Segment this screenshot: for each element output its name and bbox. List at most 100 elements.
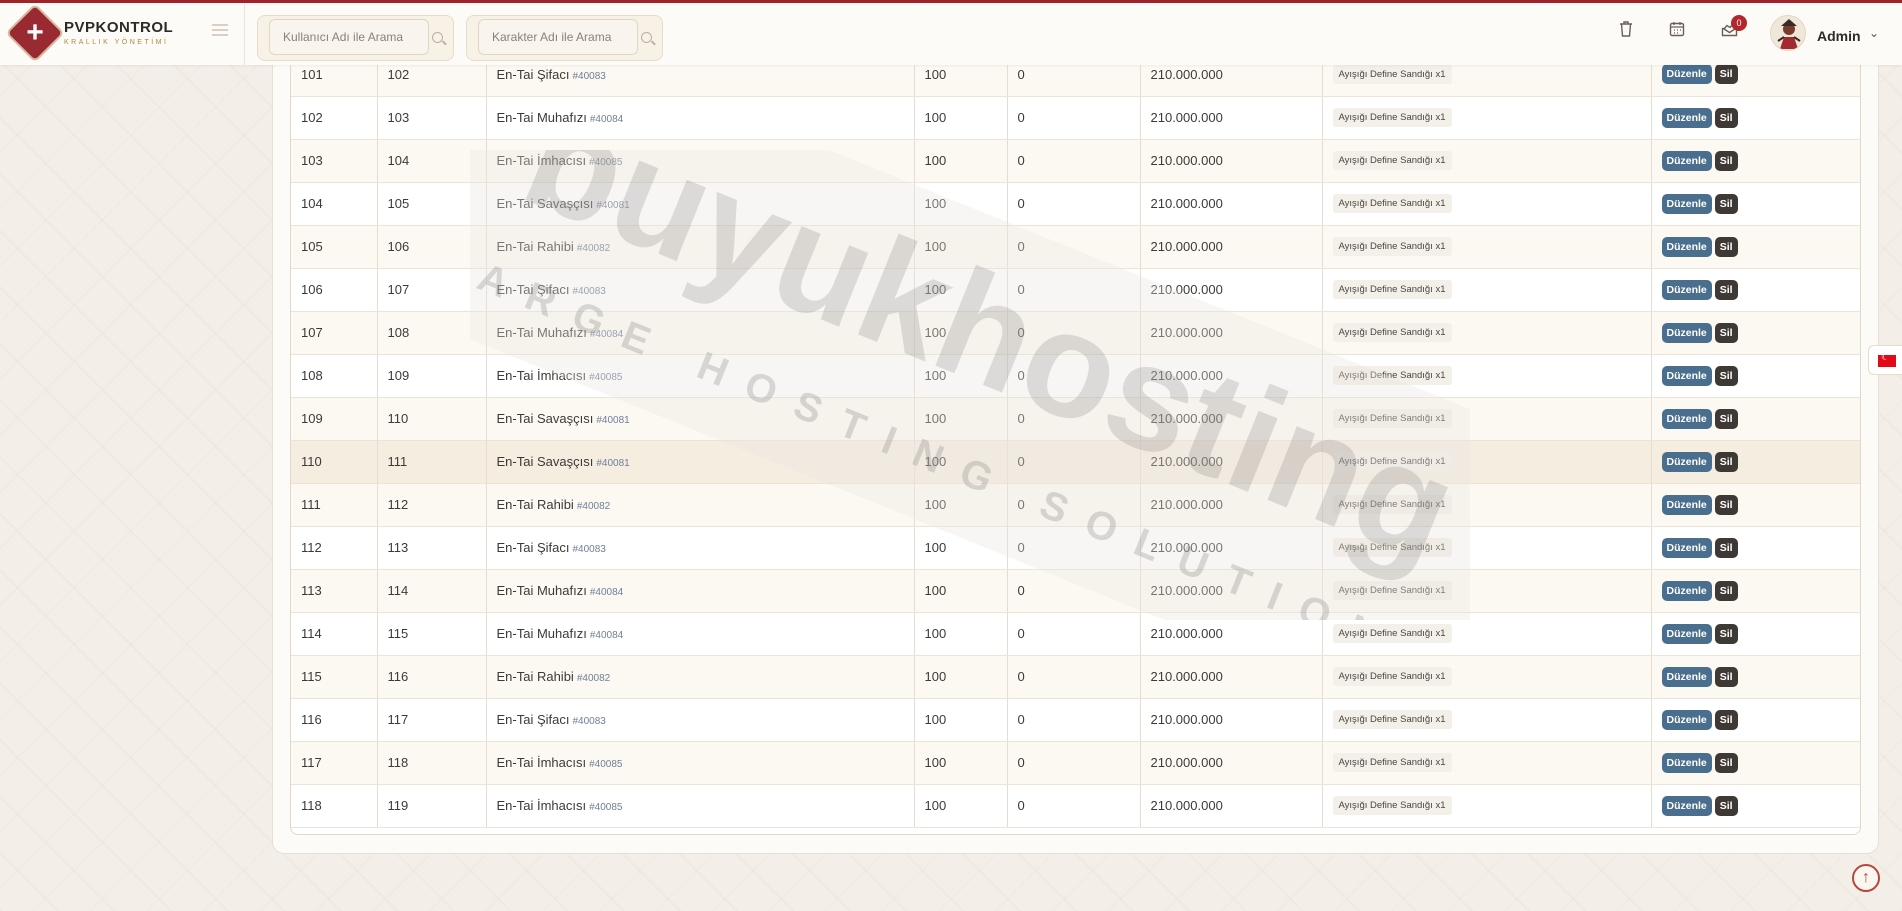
delete-button[interactable]: Sil [1714, 752, 1738, 773]
row-actions: Düzenle Sil [1651, 96, 1860, 140]
table-body: 101 102 En-Tai Şifacı #40083 100 0 210.000.000… [291, 53, 1860, 828]
row-reward-cell: Ayışığı Define Sandığı x1 [1322, 397, 1652, 441]
row-level: 100 [914, 311, 1008, 355]
language-switcher[interactable] [1868, 345, 1902, 375]
delete-button[interactable]: Sil [1714, 494, 1738, 515]
user-search-input[interactable] [269, 19, 429, 55]
delete-button[interactable]: Sil [1714, 64, 1738, 85]
row-id: 104 [377, 139, 487, 183]
menu-toggle-icon[interactable] [212, 24, 228, 36]
search-icon[interactable] [432, 32, 443, 43]
calendar-icon[interactable] [1664, 18, 1690, 44]
edit-button[interactable]: Düzenle [1661, 279, 1712, 300]
row-id: 118 [377, 741, 487, 785]
scroll-top-button[interactable]: ↑ [1852, 864, 1880, 892]
table-row: 116 117 En-Tai Şifacı #40083 100 0 210.000.000… [291, 698, 1860, 742]
edit-button[interactable]: Düzenle [1661, 322, 1712, 343]
top-accent-line [0, 0, 1902, 3]
table-row: 112 113 En-Tai Şifacı #40083 100 0 210.000.000… [291, 526, 1860, 570]
trash-icon[interactable] [1613, 18, 1639, 44]
delete-button[interactable]: Sil [1714, 365, 1738, 386]
table-row: 117 118 En-Tai İmhacısı #40085 100 0 210.000.0… [291, 741, 1860, 785]
row-id: 105 [377, 182, 487, 226]
delete-button[interactable]: Sil [1714, 580, 1738, 601]
edit-button[interactable]: Düzenle [1661, 64, 1712, 85]
reward-chip: Ayışığı Define Sandığı x1 [1332, 280, 1452, 299]
search-icon[interactable] [641, 32, 652, 43]
row-reward-cell: Ayışığı Define Sandığı x1 [1322, 741, 1652, 785]
delete-button[interactable]: Sil [1714, 193, 1738, 214]
row-name: En-Tai İmhacısı [496, 153, 587, 168]
row-index: 114 [291, 612, 378, 656]
data-table: 101 102 En-Tai Şifacı #40083 100 0 210.000.000… [291, 53, 1860, 828]
edit-button[interactable]: Düzenle [1661, 623, 1712, 644]
brand[interactable]: + PVPKONTROL KRALLIK YÖNETİMİ [0, 2, 245, 65]
row-reward-cell: Ayışığı Define Sandığı x1 [1322, 483, 1652, 527]
row-id: 108 [377, 311, 487, 355]
edit-button[interactable]: Düzenle [1661, 150, 1712, 171]
table-row: 107 108 En-Tai Muhafızı #40084 100 0 210.000.0… [291, 311, 1860, 355]
logo-plus-icon: + [26, 16, 44, 49]
delete-button[interactable]: Sil [1714, 150, 1738, 171]
delete-button[interactable]: Sil [1714, 107, 1738, 128]
row-actions: Düzenle Sil [1651, 182, 1860, 226]
chevron-down-icon[interactable]: ⌄ [1869, 26, 1879, 40]
edit-button[interactable]: Düzenle [1661, 236, 1712, 257]
delete-button[interactable]: Sil [1714, 451, 1738, 472]
table-row: 110 111 En-Tai Savaşçısı #40081 100 0 210.000.… [291, 440, 1860, 484]
edit-button[interactable]: Düzenle [1661, 494, 1712, 515]
row-reward-cell: Ayışığı Define Sandığı x1 [1322, 698, 1652, 742]
row-level: 100 [914, 268, 1008, 312]
row-name: En-Tai Şifacı [496, 712, 570, 727]
edit-button[interactable]: Düzenle [1661, 580, 1712, 601]
row-vnum: #40083 [572, 70, 606, 82]
edit-button[interactable]: Düzenle [1661, 365, 1712, 386]
delete-button[interactable]: Sil [1714, 666, 1738, 687]
row-count: 0 [1007, 96, 1141, 140]
avatar[interactable] [1770, 15, 1806, 51]
row-count: 0 [1007, 483, 1141, 527]
row-price: 210.000.000 [1140, 655, 1323, 699]
row-index: 109 [291, 397, 378, 441]
delete-button[interactable]: Sil [1714, 709, 1738, 730]
row-actions: Düzenle Sil [1651, 354, 1860, 398]
edit-button[interactable]: Düzenle [1661, 451, 1712, 472]
reward-chip: Ayışığı Define Sandığı x1 [1332, 667, 1452, 686]
edit-button[interactable]: Düzenle [1661, 107, 1712, 128]
row-id: 103 [377, 96, 487, 140]
delete-button[interactable]: Sil [1714, 537, 1738, 558]
edit-button[interactable]: Düzenle [1661, 709, 1712, 730]
row-name: En-Tai Rahibi [496, 669, 574, 684]
edit-button[interactable]: Düzenle [1661, 537, 1712, 558]
row-level: 100 [914, 526, 1008, 570]
delete-button[interactable]: Sil [1714, 623, 1738, 644]
delete-button[interactable]: Sil [1714, 795, 1738, 816]
table-row: 111 112 En-Tai Rahibi #40082 100 0 210.000.000… [291, 483, 1860, 527]
row-name: En-Tai Muhafızı [496, 583, 587, 598]
edit-button[interactable]: Düzenle [1661, 666, 1712, 687]
row-vnum: #40083 [572, 544, 606, 555]
row-price: 210.000.000 [1140, 397, 1323, 441]
row-count: 0 [1007, 311, 1141, 355]
row-reward-cell: Ayışığı Define Sandığı x1 [1322, 784, 1652, 828]
row-actions: Düzenle Sil [1651, 225, 1860, 269]
table-row: 114 115 En-Tai Muhafızı #40084 100 0 210.000.0… [291, 612, 1860, 656]
character-search-input[interactable] [478, 19, 638, 55]
brand-title: PVPKONTROL [64, 19, 174, 36]
edit-button[interactable]: Düzenle [1661, 408, 1712, 429]
row-level: 100 [914, 655, 1008, 699]
row-id: 109 [377, 354, 487, 398]
row-vnum: #40085 [589, 759, 623, 770]
delete-button[interactable]: Sil [1714, 322, 1738, 343]
edit-button[interactable]: Düzenle [1661, 795, 1712, 816]
table-row: 118 119 En-Tai İmhacısı #40085 100 0 210.000.0… [291, 784, 1860, 828]
reward-chip: Ayışığı Define Sandığı x1 [1332, 710, 1452, 729]
row-level: 100 [914, 440, 1008, 484]
row-vnum: #40084 [589, 329, 624, 340]
delete-button[interactable]: Sil [1714, 236, 1738, 257]
edit-button[interactable]: Düzenle [1661, 193, 1712, 214]
edit-button[interactable]: Düzenle [1661, 752, 1712, 773]
delete-button[interactable]: Sil [1714, 408, 1738, 429]
delete-button[interactable]: Sil [1714, 279, 1738, 300]
admin-name[interactable]: Admin [1817, 28, 1861, 44]
